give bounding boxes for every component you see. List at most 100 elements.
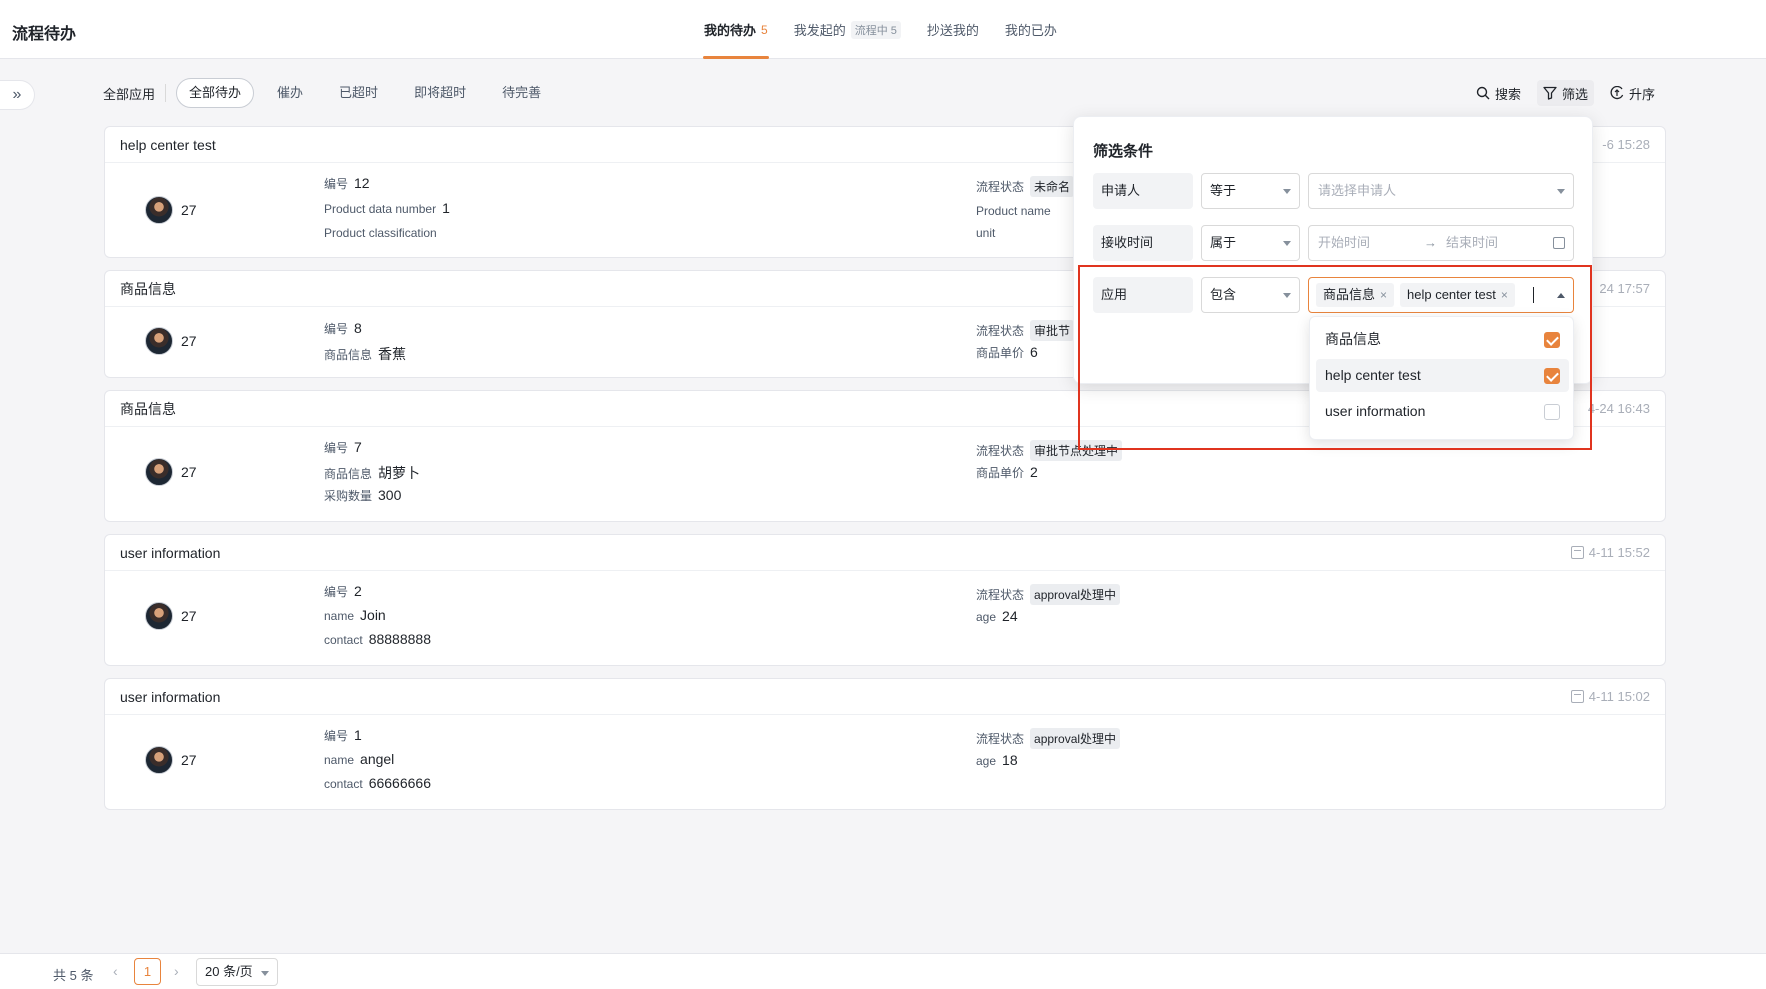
top-tabs: 我的待办 5 我发起的 流程中 5 抄送我的 我的已办: [703, 0, 1058, 59]
status-badge: approval处理中: [1030, 728, 1121, 749]
popover-title: 筛选条件: [1093, 143, 1154, 160]
top-bar: 流程待办 我的待办 5 我发起的 流程中 5 抄送我的 我的已办: [0, 0, 1766, 59]
field-unit-price: 商品单价 2: [976, 464, 1038, 480]
calendar-icon: [1570, 546, 1584, 559]
selected-tag: 商品信息 ×: [1316, 283, 1395, 307]
field-status: 流程状态 approval处理中: [976, 728, 1121, 749]
operator-select-time[interactable]: 属于: [1201, 225, 1300, 261]
field-contact: contact 66666666: [324, 775, 431, 791]
option-help-center-test[interactable]: help center test: [1316, 359, 1569, 392]
start-date-input[interactable]: 开始时间: [1318, 235, 1370, 250]
filter-button[interactable]: 筛选: [1537, 80, 1595, 106]
field-id: 编号 7: [324, 439, 362, 455]
chip-urge[interactable]: 催办: [264, 78, 316, 108]
applicant-select[interactable]: 请选择申请人: [1308, 173, 1574, 209]
option-user-information[interactable]: user information: [1316, 395, 1569, 428]
date-range-picker[interactable]: 开始时间 → 结束时间: [1308, 225, 1574, 261]
card-title: 商品信息: [120, 400, 176, 417]
pagination: 共 5 条 ‹ 1 › 20 条/页: [0, 953, 1766, 989]
chip-due-soon[interactable]: 即将超时: [401, 78, 479, 108]
user-number: 27: [181, 608, 197, 624]
option-product-info[interactable]: 商品信息: [1316, 323, 1569, 356]
calendar-icon: [1553, 237, 1565, 249]
condition-label-applicant: 申请人: [1093, 173, 1193, 209]
avatar: [145, 746, 173, 774]
card-title: user information: [120, 544, 221, 561]
chip-all[interactable]: 全部待办: [176, 78, 255, 108]
avatar: [145, 602, 173, 630]
user-number: 27: [181, 333, 197, 349]
avatar: [145, 327, 173, 355]
remove-tag-icon[interactable]: ×: [1380, 288, 1387, 302]
checkbox-checked[interactable]: [1544, 332, 1560, 348]
search-icon: [1476, 86, 1490, 100]
page-button[interactable]: 1: [134, 958, 161, 985]
chevron-up-icon: [1557, 293, 1565, 298]
next-page-icon[interactable]: ›: [174, 963, 179, 979]
tab-done[interactable]: 我的已办: [1004, 0, 1058, 59]
card-header: user information 4-11 15:02: [105, 679, 1665, 715]
remove-tag-icon[interactable]: ×: [1501, 288, 1508, 302]
task-card[interactable]: user information 4-11 15:02 27 编号 1 name a…: [104, 678, 1666, 810]
card-title: help center test: [120, 136, 216, 153]
tab-label: 我的已办: [1004, 23, 1057, 38]
field-status: 流程状态 未命名: [976, 176, 1075, 197]
checkbox-unchecked[interactable]: [1544, 404, 1560, 420]
field-contact: contact 88888888: [324, 631, 431, 647]
app-multi-select[interactable]: 商品信息 × help center test ×: [1308, 277, 1574, 313]
chip-overdue[interactable]: 已超时: [326, 78, 391, 108]
sort-button[interactable]: 升序: [1604, 80, 1661, 106]
checkbox-checked[interactable]: [1544, 368, 1560, 384]
divider: [165, 84, 167, 102]
field-age: age 24: [976, 608, 1018, 624]
expand-sidebar-icon[interactable]: »: [0, 80, 35, 110]
user-number: 27: [181, 202, 197, 218]
card-time: -6 15:28: [1602, 137, 1650, 152]
tab-label: 我发起的: [793, 23, 846, 38]
end-date-input[interactable]: 结束时间: [1446, 226, 1498, 260]
field-product-info: 商品信息 香蕉: [324, 346, 407, 362]
card-time: 4-24 16:43: [1587, 401, 1650, 416]
field-unit: unit: [976, 226, 996, 240]
field-product-name: Product name: [976, 204, 1051, 218]
task-card[interactable]: user information 4-11 15:52 27 编号 2 name J…: [104, 534, 1666, 666]
avatar: [145, 458, 173, 486]
field-age: age 18: [976, 752, 1018, 768]
prev-page-icon[interactable]: ‹: [113, 963, 118, 979]
status-badge: 未命名: [1030, 176, 1075, 197]
chevron-down-icon: [1557, 189, 1565, 194]
field-product-info: 商品信息 胡萝卜: [324, 465, 421, 481]
condition-label-received-time: 接收时间: [1093, 225, 1193, 261]
field-name: name Join: [324, 607, 386, 623]
tab-cc[interactable]: 抄送我的: [926, 0, 980, 59]
page-title: 流程待办: [12, 26, 77, 43]
field-unit-price: 商品单价 6: [976, 344, 1038, 360]
card-title: 商品信息: [120, 280, 176, 297]
tab-initiated[interactable]: 我发起的 流程中 5: [793, 0, 902, 59]
toolbar: 搜索 筛选 升序: [1470, 80, 1661, 106]
range-arrow-icon: →: [1424, 235, 1437, 250]
tab-count: 5: [761, 22, 768, 37]
total-count: 共 5 条: [53, 968, 94, 983]
field-status: 流程状态 审批节点处理中: [976, 440, 1123, 461]
chip-incomplete[interactable]: 待完善: [489, 78, 554, 108]
field-id: 编号 2: [324, 583, 362, 599]
all-apps-selector[interactable]: 全部应用: [103, 84, 155, 103]
status-badge: approval处理中: [1030, 584, 1121, 605]
field-purchase-qty: 采购数量 300: [324, 487, 402, 503]
chevron-down-icon: [1283, 241, 1291, 246]
card-time: 4-11 15:02: [1570, 689, 1650, 704]
filter-label: 筛选: [1562, 86, 1589, 102]
search-button[interactable]: 搜索: [1470, 80, 1527, 106]
operator-select-app[interactable]: 包含: [1201, 277, 1300, 313]
field-id: 编号 12: [324, 175, 370, 191]
tab-my-todo[interactable]: 我的待办 5: [703, 0, 769, 59]
filter-bar: 全部应用 全部待办 催办 已超时 即将超时 待完善: [103, 78, 564, 108]
chevron-down-icon: [1283, 189, 1291, 194]
field-status: 流程状态 approval处理中: [976, 584, 1121, 605]
page-size-select[interactable]: 20 条/页: [196, 958, 278, 986]
app-options-dropdown: 商品信息 help center test user information: [1309, 316, 1574, 440]
search-label: 搜索: [1495, 86, 1522, 102]
field-product-data-number: Product data number 1: [324, 200, 450, 216]
operator-select-applicant[interactable]: 等于: [1201, 173, 1300, 209]
